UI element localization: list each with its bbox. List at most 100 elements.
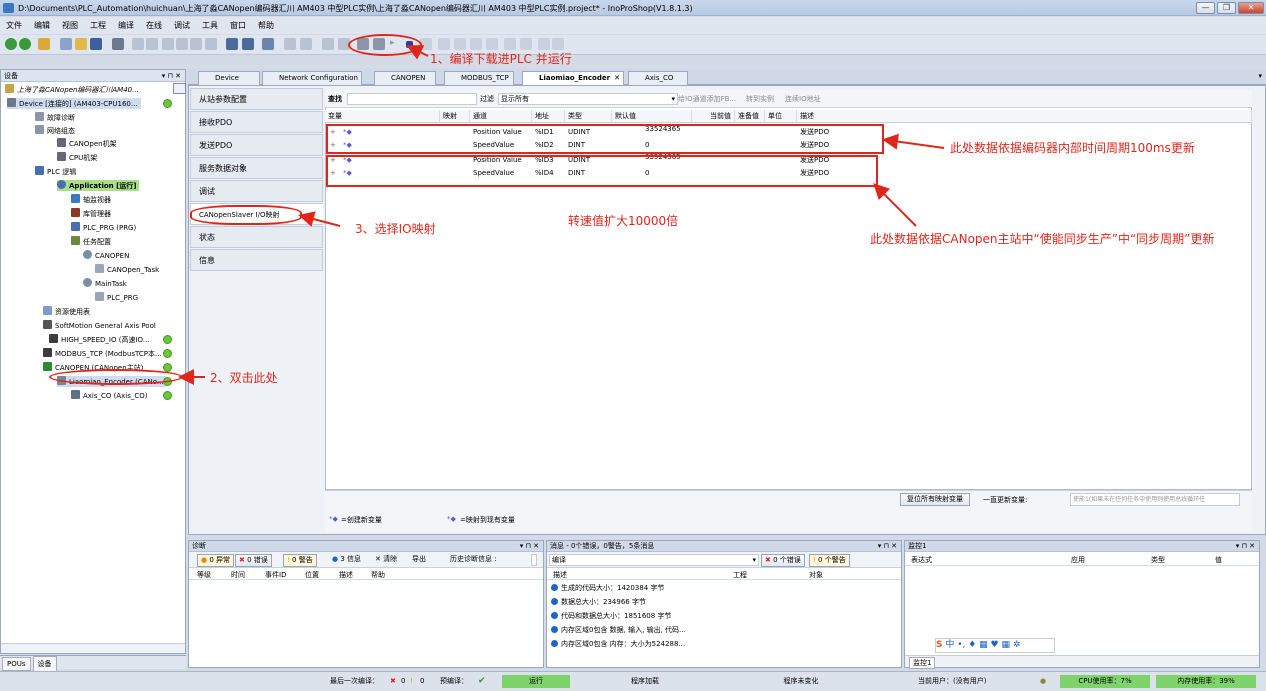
delete-icon[interactable] <box>205 38 217 50</box>
menu-debug[interactable]: 调试 <box>168 17 196 34</box>
close-tab-icon[interactable]: ✕ <box>614 72 620 84</box>
col-description[interactable]: 描述 <box>797 110 1252 123</box>
col-default[interactable]: 默认值 <box>612 110 692 123</box>
tree-main-task[interactable]: MainTask <box>83 278 127 289</box>
nav-debug[interactable]: 调试 <box>190 180 323 202</box>
back-icon[interactable] <box>5 38 17 50</box>
col-type[interactable]: 类型 <box>1151 555 1165 565</box>
col-msg-object[interactable]: 对象 <box>809 570 823 580</box>
add-fb-button[interactable]: 给IO通道添加FB... <box>678 94 736 104</box>
dropdown-button[interactable] <box>173 83 186 94</box>
cut-icon[interactable] <box>162 38 174 50</box>
new-project-icon[interactable] <box>38 38 50 50</box>
tree-main-plc-prg[interactable]: PLC_PRG <box>95 292 138 303</box>
tree-resource-table[interactable]: 资源使用表 <box>43 306 90 317</box>
filter-select[interactable]: 显示所有 ▾ <box>498 93 678 105</box>
menu-edit[interactable]: 编辑 <box>28 17 56 34</box>
menu-project[interactable]: 工程 <box>84 17 112 34</box>
tree-cpu-rack[interactable]: CPU机架 <box>57 152 97 163</box>
settings-icon[interactable] <box>552 38 564 50</box>
warning-filter-button[interactable]: ! 0 警告 <box>283 554 317 567</box>
panel-controls-icon[interactable]: ▾ ⊓ ✕ <box>878 541 897 552</box>
tree-plc-prg[interactable]: PLC_PRG (PRG) <box>71 222 136 233</box>
nav-sdo[interactable]: 服务数据对象 <box>190 157 323 179</box>
step-into-icon[interactable] <box>454 38 466 50</box>
bookmark-icon[interactable] <box>284 38 296 50</box>
tab-canopen[interactable]: CANOPEN <box>374 71 436 85</box>
tab-network-configuration[interactable]: Network Configuration <box>262 71 362 85</box>
horizontal-scrollbar[interactable] <box>1 643 185 653</box>
tree-axis-monitor[interactable]: 轴监视器 <box>71 194 111 205</box>
tab-list-icon[interactable]: ▾ <box>1258 72 1262 80</box>
tree-high-speed-io[interactable]: HIGH_SPEED_IO (高速IO... <box>49 334 149 345</box>
tree-canopen-rack[interactable]: CANOpen机架 <box>57 138 117 149</box>
list-item[interactable]: 生成的代码大小：1420384 字节 <box>551 582 664 595</box>
tab-watch1[interactable]: 监控1 <box>909 657 936 669</box>
col-desc[interactable]: 描述 <box>339 570 353 580</box>
col-channel[interactable]: 通道 <box>470 110 532 123</box>
step-over-icon[interactable] <box>438 38 450 50</box>
list-item[interactable]: 数据总大小：234966 字节 <box>551 596 646 609</box>
tree-modbus-tcp[interactable]: MODBUS_TCP (ModbusTCP本... <box>43 348 162 359</box>
col-mapping[interactable]: 映射 <box>440 110 470 123</box>
tree-canopen-task-group[interactable]: CANOPEN <box>83 250 129 261</box>
nav-info[interactable]: 信息 <box>190 249 323 271</box>
step-out-icon[interactable] <box>470 38 482 50</box>
select-all-icon[interactable] <box>262 38 274 50</box>
tree-device[interactable]: Device [连接的] (AM403-CPU160... <box>7 98 141 109</box>
tree-plc-logic[interactable]: PLC 逻辑 <box>35 166 76 177</box>
nav-rpdo[interactable]: 接收PDO <box>190 111 323 133</box>
tab-liaomiao-encoder[interactable]: Liaomiao_Encoder ✕ <box>522 71 624 86</box>
reset-mapping-button[interactable]: 复位所有映射变量 <box>900 493 970 506</box>
undo-icon[interactable] <box>132 38 144 50</box>
force-icon[interactable] <box>504 38 516 50</box>
monitor-icon[interactable] <box>538 38 550 50</box>
export-button[interactable]: 导出 <box>409 554 429 567</box>
nav-slave-params[interactable]: 从站参数配置 <box>190 88 323 110</box>
col-time[interactable]: 时间 <box>231 570 245 580</box>
error-filter-button[interactable]: ✖ 0 错误 <box>235 554 272 567</box>
panel-controls-icon[interactable]: ▾ ⊓ ✕ <box>1236 541 1255 552</box>
list-item[interactable]: 代码和数据总大小：1851608 字节 <box>551 610 671 623</box>
col-msg-desc[interactable]: 描述 <box>553 570 567 580</box>
open-icon[interactable] <box>75 38 87 50</box>
menu-build[interactable]: 编译 <box>112 17 140 34</box>
panel-controls-icon[interactable]: ▾ ⊓ ✕ <box>520 541 539 552</box>
history-input[interactable] <box>531 554 537 566</box>
print-icon[interactable] <box>112 38 124 50</box>
message-source-select[interactable]: 编译 ▾ <box>549 554 759 566</box>
write-icon[interactable] <box>520 38 532 50</box>
close-button[interactable]: ✕ <box>1238 2 1264 14</box>
forward-icon[interactable] <box>19 38 31 50</box>
error-count-button[interactable]: ✖ 0 个错误 <box>761 554 805 567</box>
menu-window[interactable]: 窗口 <box>224 17 252 34</box>
clear-button[interactable]: ✕ 清除 <box>372 554 400 567</box>
maximize-button[interactable]: ❐ <box>1217 2 1236 14</box>
exception-filter-button[interactable]: ● 0 异常 <box>197 554 235 567</box>
goto-instance-button[interactable]: 转到实例 <box>746 94 774 104</box>
pin-icon[interactable]: ▾ ⊓ ✕ <box>162 70 181 82</box>
find-input[interactable] <box>347 93 477 105</box>
tab-axis-co[interactable]: Axis_CO <box>628 71 688 85</box>
tree-canopen-task[interactable]: CANOpen_Task <box>95 264 159 275</box>
col-value[interactable]: 值 <box>1215 555 1222 565</box>
col-level[interactable]: 等级 <box>197 570 211 580</box>
tab-device[interactable]: Device <box>198 71 260 85</box>
col-address[interactable]: 地址 <box>532 110 565 123</box>
tab-pous[interactable]: POUs <box>2 657 31 671</box>
col-msg-project[interactable]: 工程 <box>733 570 747 580</box>
tree-application[interactable]: Application [运行] <box>57 180 140 191</box>
breakpoint-icon[interactable] <box>486 38 498 50</box>
tab-modbus-tcp[interactable]: MODBUS_TCP <box>444 71 514 85</box>
menu-view[interactable]: 视图 <box>56 17 84 34</box>
col-expression[interactable]: 表达式 <box>911 555 932 565</box>
col-variable[interactable]: 变量 <box>325 110 440 123</box>
info-filter-button[interactable]: ● 3 信息 <box>329 554 364 567</box>
nav-tpdo[interactable]: 发送PDO <box>190 134 323 156</box>
update-select[interactable]: 使能1(如果未在任何任务中使用则使用总线循环任 <box>1070 493 1240 506</box>
menu-file[interactable]: 文件 <box>0 17 28 34</box>
col-unit[interactable]: 单位 <box>765 110 797 123</box>
tree-library-manager[interactable]: 库管理器 <box>71 208 111 219</box>
minimize-button[interactable]: — <box>1196 2 1215 14</box>
col-type[interactable]: 类型 <box>565 110 612 123</box>
